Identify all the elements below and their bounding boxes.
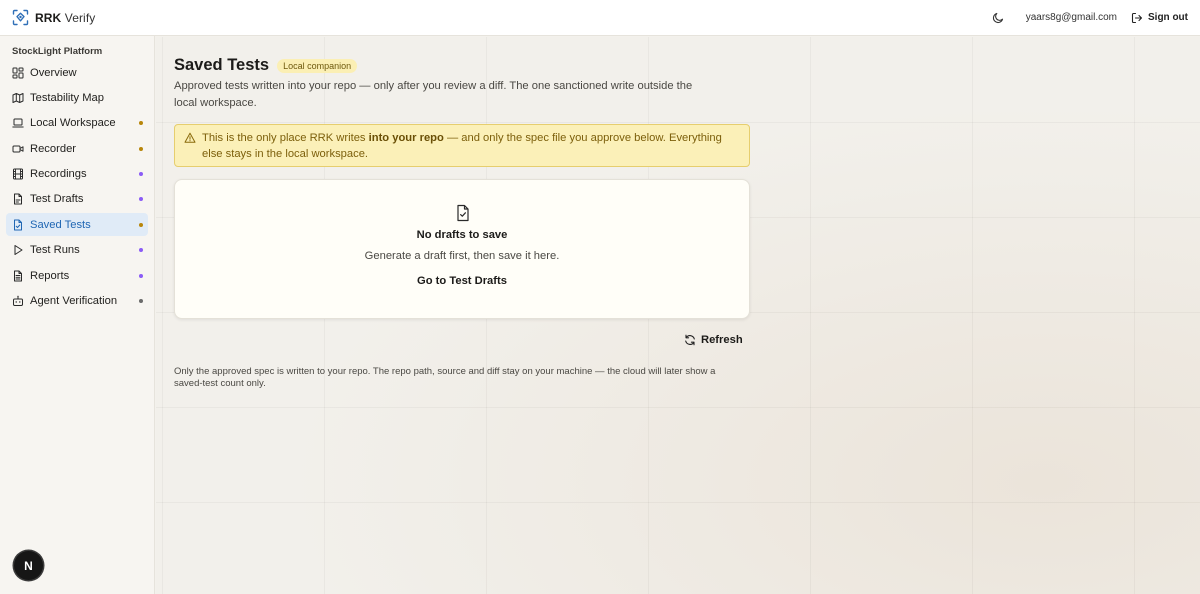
alert-text-before: This is the only place RRK writes <box>202 132 369 144</box>
sidebar: StockLight Platform Overview Testability… <box>0 36 155 594</box>
brand[interactable]: RRK Verify <box>12 9 95 26</box>
sidebar-heading: StockLight Platform <box>12 46 103 57</box>
report-icon <box>12 270 24 282</box>
sidebar-item-recordings[interactable]: Recordings <box>6 163 148 186</box>
sidebar-item-label: Saved Tests <box>30 218 91 231</box>
sidebar-item-label: Reports <box>30 269 70 282</box>
sidebar-item-label: Test Runs <box>30 244 80 257</box>
brand-name-light: Verify <box>64 10 96 25</box>
page-header: Saved Tests Local companion <box>174 56 358 75</box>
status-dot <box>139 222 143 227</box>
refresh-button[interactable]: Refresh <box>684 334 743 346</box>
sidebar-item-label: Overview <box>30 66 77 79</box>
alert-text-bold: into your repo <box>368 132 444 144</box>
sidebar-item-label: Test Drafts <box>30 193 84 206</box>
sidebar-item-label: Recorder <box>30 142 77 155</box>
page-title: Saved Tests <box>174 56 270 74</box>
sidebar-item-test-runs[interactable]: Test Runs <box>6 239 148 262</box>
status-dot <box>139 197 143 202</box>
dashboard-grid-icon <box>12 67 24 79</box>
sidebar-item-testability-map[interactable]: Testability Map <box>6 86 148 109</box>
next-dev-indicator[interactable]: N <box>14 551 43 580</box>
status-dot <box>139 146 143 151</box>
video-icon <box>12 143 24 155</box>
logout-icon <box>1131 12 1143 24</box>
sidebar-item-saved-tests[interactable]: Saved Tests <box>6 213 148 237</box>
sign-out-button[interactable]: Sign out <box>1131 12 1188 24</box>
sidebar-item-recorder[interactable]: Recorder <box>6 137 148 160</box>
user-email: yaars8g@gmail.com <box>1025 12 1117 23</box>
play-icon <box>12 244 24 256</box>
sidebar-item-local-workspace[interactable]: Local Workspace <box>6 112 148 135</box>
footnote: Only the approved spec is written to you… <box>174 366 716 390</box>
repo-write-alert: This is the only place RRK writes into y… <box>174 124 750 167</box>
map-icon <box>12 92 24 104</box>
file-check-icon <box>12 219 24 231</box>
empty-state-subtitle: Generate a draft first, then save it her… <box>364 250 560 262</box>
sidebar-item-label: Local Workspace <box>30 117 116 130</box>
sidebar-item-overview[interactable]: Overview <box>6 61 148 84</box>
top-bar: RRK Verify yaars8g@gmail.com Sign out <box>0 0 1200 36</box>
status-dot <box>139 299 143 304</box>
empty-state-title: No drafts to save <box>416 229 508 241</box>
film-icon <box>12 168 24 180</box>
status-badge: Local companion <box>277 58 358 73</box>
moon-icon[interactable] <box>990 10 1006 26</box>
page-description: Approved tests written into your repo — … <box>174 80 693 110</box>
go-to-test-drafts-link[interactable]: Go to Test Drafts <box>175 275 749 287</box>
robot-icon <box>12 295 24 307</box>
brand-name: RRK Verify <box>35 11 95 25</box>
status-dot <box>139 248 143 253</box>
empty-state-card: No drafts to save Generate a draft first… <box>174 179 750 319</box>
file-draft-icon <box>12 193 24 205</box>
sidebar-item-test-drafts[interactable]: Test Drafts <box>6 188 148 211</box>
status-dot <box>139 172 143 177</box>
main-content: Saved Tests Local companion Approved tes… <box>156 37 1200 594</box>
status-dot <box>139 121 143 126</box>
status-dot <box>139 273 143 278</box>
scan-shield-icon <box>12 9 29 26</box>
file-check-icon <box>454 204 472 222</box>
sidebar-item-label: Recordings <box>30 168 87 181</box>
sign-out-label: Sign out <box>1148 12 1188 23</box>
sidebar-item-label: Testability Map <box>30 91 104 104</box>
laptop-icon <box>12 117 24 129</box>
sidebar-item-agent-verification[interactable]: Agent Verification <box>6 290 148 313</box>
warning-triangle-icon <box>184 132 196 144</box>
sidebar-item-reports[interactable]: Reports <box>6 264 148 287</box>
refresh-icon <box>684 334 696 346</box>
sidebar-nav: Overview Testability Map Local Workspace… <box>0 61 154 313</box>
brand-name-strong: RRK <box>35 10 62 25</box>
sidebar-item-label: Agent Verification <box>30 295 118 308</box>
refresh-label: Refresh <box>701 334 743 346</box>
